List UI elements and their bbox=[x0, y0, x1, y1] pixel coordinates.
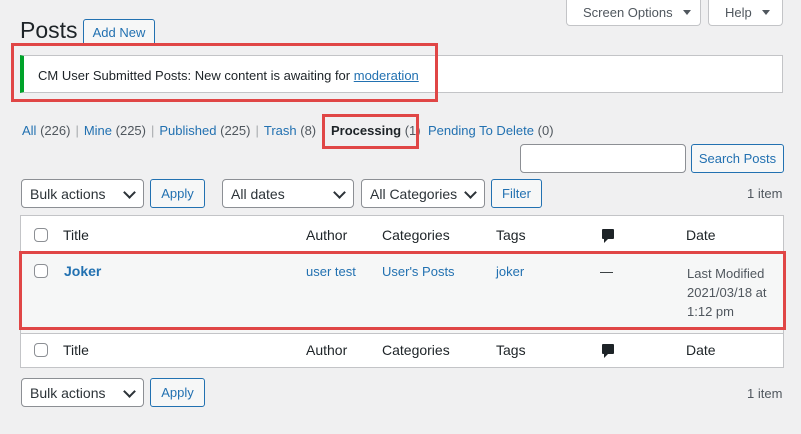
filter-pending-to-delete[interactable]: Pending To Delete (0) bbox=[428, 123, 554, 138]
bulk-actions-select-top[interactable]: Bulk actions bbox=[21, 179, 144, 208]
column-date-footer[interactable]: Date bbox=[686, 342, 716, 358]
filter-pending-label: Pending To Delete bbox=[428, 123, 535, 138]
post-tag-link[interactable]: joker bbox=[496, 264, 524, 279]
select-all-checkbox-top[interactable] bbox=[34, 228, 48, 242]
date-value: 2021/03/18 at bbox=[687, 285, 767, 300]
column-title-footer[interactable]: Title bbox=[63, 342, 89, 358]
chevron-down-icon bbox=[464, 185, 477, 199]
moderation-link[interactable]: moderation bbox=[354, 68, 419, 83]
notice-message: CM User Submitted Posts: New content is … bbox=[38, 68, 354, 83]
filter-button[interactable]: Filter bbox=[491, 179, 542, 208]
column-tags-header: Tags bbox=[496, 227, 526, 243]
bulk-actions-value: Bulk actions bbox=[30, 185, 106, 202]
item-count-bottom: 1 item bbox=[747, 386, 783, 401]
status-filters: All (226) | Mine (225) | Published (225) | Tra… bbox=[22, 123, 325, 138]
screen-options-label: Screen Options bbox=[583, 5, 673, 20]
footer-divider bbox=[21, 333, 783, 334]
post-title-link[interactable]: Joker bbox=[64, 263, 101, 279]
notice-text: CM User Submitted Posts: New content is … bbox=[38, 68, 419, 83]
filter-processing[interactable]: Processing (1) bbox=[331, 123, 421, 138]
filter-trash[interactable]: Trash (8) bbox=[264, 123, 316, 138]
dates-value: All dates bbox=[231, 185, 285, 202]
filter-published[interactable]: Published (225) bbox=[159, 123, 250, 138]
bulk-actions-select-bottom[interactable]: Bulk actions bbox=[21, 378, 144, 407]
add-new-button[interactable]: Add New bbox=[83, 19, 155, 46]
filter-processing-label: Processing bbox=[331, 123, 402, 138]
comment-icon bbox=[602, 229, 614, 243]
caret-down-icon bbox=[682, 10, 691, 15]
dates-select[interactable]: All dates bbox=[222, 179, 354, 208]
time-value: 1:12 pm bbox=[687, 304, 734, 319]
item-count-top: 1 item bbox=[747, 186, 783, 201]
column-author-header: Author bbox=[306, 227, 348, 243]
posts-table: Title Author Categories Tags Date Joker … bbox=[20, 215, 784, 368]
notice-box: CM User Submitted Posts: New content is … bbox=[20, 55, 783, 93]
help-label: Help bbox=[725, 5, 752, 20]
date-status: Last Modified bbox=[687, 266, 765, 281]
post-category-link[interactable]: User's Posts bbox=[382, 264, 455, 279]
chevron-down-icon bbox=[123, 384, 136, 398]
search-input[interactable] bbox=[520, 144, 686, 173]
filter-pending-count: (0) bbox=[537, 123, 554, 138]
comment-icon bbox=[602, 344, 614, 358]
filter-processing-count: (1) bbox=[404, 123, 421, 138]
row-checkbox[interactable] bbox=[34, 264, 48, 278]
filter-mine[interactable]: Mine (225) bbox=[84, 123, 146, 138]
chevron-down-icon bbox=[123, 185, 136, 199]
help-button[interactable]: Help bbox=[708, 0, 783, 26]
select-all-checkbox-bottom[interactable] bbox=[34, 343, 48, 357]
bulk-actions-value: Bulk actions bbox=[30, 384, 106, 401]
caret-down-icon bbox=[761, 10, 770, 15]
column-date-header[interactable]: Date bbox=[686, 227, 716, 243]
apply-button-bottom[interactable]: Apply bbox=[150, 378, 205, 407]
post-comments: — bbox=[600, 264, 613, 279]
column-title-header[interactable]: Title bbox=[63, 227, 89, 243]
search-posts-button[interactable]: Search Posts bbox=[691, 144, 784, 173]
page-title: Posts bbox=[20, 17, 78, 43]
column-categories-header: Categories bbox=[382, 227, 450, 243]
categories-select[interactable]: All Categories bbox=[361, 179, 485, 208]
column-categories-footer: Categories bbox=[382, 342, 450, 358]
apply-button-top[interactable]: Apply bbox=[150, 179, 205, 208]
post-date: Last Modified 2021/03/18 at 1:12 pm bbox=[687, 264, 767, 321]
post-author-link[interactable]: user test bbox=[306, 264, 356, 279]
table-row: Joker user test User's Posts joker — Las… bbox=[21, 253, 783, 333]
column-author-footer: Author bbox=[306, 342, 348, 358]
screen-options-button[interactable]: Screen Options bbox=[566, 0, 701, 26]
filter-all[interactable]: All (226) bbox=[22, 123, 70, 138]
categories-value: All Categories bbox=[370, 185, 458, 202]
column-tags-footer: Tags bbox=[496, 342, 526, 358]
chevron-down-icon bbox=[333, 185, 346, 199]
